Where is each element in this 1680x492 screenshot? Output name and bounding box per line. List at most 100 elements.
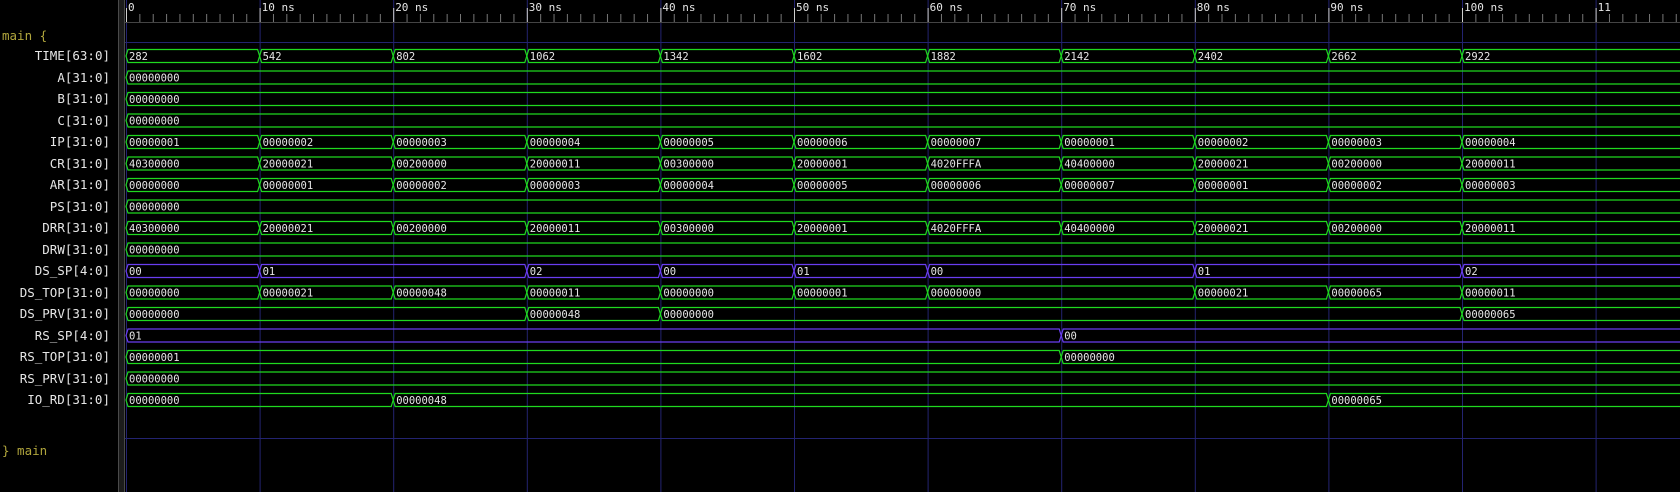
value-label: 20000001 bbox=[797, 159, 848, 171]
value-label: 02 bbox=[1465, 266, 1478, 278]
signal-name[interactable]: DS_SP[4:0] bbox=[35, 264, 110, 278]
signal-trace[interactable]: 00000000 bbox=[125, 70, 1680, 85]
value-label: 282 bbox=[129, 51, 148, 63]
value-segment[interactable] bbox=[659, 263, 795, 279]
signal-name[interactable]: CR[31:0] bbox=[50, 156, 110, 171]
value-label: 00000005 bbox=[797, 180, 848, 192]
waveform-canvas[interactable]: 0 10 ns 20 ns 30 ns 40 ns 50 ns 60 ns 70 ns 80 n… bbox=[125, 0, 1680, 492]
time-tick-label: 0 bbox=[128, 1, 135, 14]
signal-name[interactable]: DS_TOP[31:0] bbox=[20, 285, 110, 300]
signal-trace[interactable]: 00000001 00000000 bbox=[125, 349, 1680, 365]
value-segment[interactable] bbox=[125, 91, 1680, 107]
value-segment[interactable] bbox=[125, 328, 1062, 343]
value-segment[interactable] bbox=[1060, 349, 1680, 365]
value-label: 00000065 bbox=[1465, 309, 1516, 321]
signal-trace[interactable]: 00000001 00000002 00000003 00000004 00000005… bbox=[125, 134, 1680, 150]
signal-trace[interactable]: 40300000 20000021 00200000 20000011 00300000… bbox=[125, 220, 1680, 236]
value-segment[interactable] bbox=[1461, 48, 1680, 64]
value-label: 00000000 bbox=[931, 288, 982, 300]
value-segment[interactable] bbox=[125, 113, 1680, 128]
value-label: 00000000 bbox=[129, 94, 180, 106]
value-segment[interactable] bbox=[125, 349, 1062, 365]
value-label: 00000002 bbox=[263, 137, 314, 149]
value-label: 2402 bbox=[1198, 51, 1223, 63]
value-segment[interactable] bbox=[125, 306, 528, 322]
signal-name[interactable]: A[31:0] bbox=[57, 70, 110, 85]
signal-name[interactable]: C[31:0] bbox=[57, 113, 110, 128]
value-label: 00200000 bbox=[396, 223, 447, 235]
value-label: 00000048 bbox=[396, 288, 447, 300]
value-label: 00000003 bbox=[396, 137, 447, 149]
value-segment[interactable] bbox=[125, 263, 261, 279]
value-segment[interactable] bbox=[526, 263, 662, 279]
value-label: 00000000 bbox=[129, 395, 180, 407]
value-label: 00000002 bbox=[1331, 180, 1382, 192]
value-label: 00200000 bbox=[1331, 159, 1382, 171]
signal-name[interactable]: IO_RD[31:0] bbox=[27, 393, 110, 407]
signal-name[interactable]: RS_PRV[31:0] bbox=[20, 371, 110, 386]
value-segment[interactable] bbox=[125, 371, 1680, 386]
signal-name[interactable]: TIME[63:0] bbox=[35, 49, 110, 63]
time-ruler[interactable]: 0 10 ns 20 ns 30 ns 40 ns 50 ns 60 ns 70 ns 80 n… bbox=[125, 1, 1680, 23]
value-label: 00000065 bbox=[1331, 288, 1382, 300]
signal-trace[interactable]: 00000000 bbox=[125, 113, 1680, 128]
time-tick-label: 100 ns bbox=[1464, 1, 1504, 14]
value-label: 00000048 bbox=[396, 395, 447, 407]
signal-trace[interactable]: 00000000 bbox=[125, 199, 1680, 214]
value-label: 00 bbox=[1064, 331, 1077, 343]
time-tick-label: 40 ns bbox=[662, 1, 695, 14]
value-segment[interactable] bbox=[659, 306, 1463, 322]
signal-name[interactable]: RS_TOP[31:0] bbox=[20, 350, 110, 364]
signal-name[interactable]: DRR[31:0] bbox=[42, 221, 110, 235]
waveform-panel[interactable]: 0 10 ns 20 ns 30 ns 40 ns 50 ns 60 ns 70 ns 80 n… bbox=[125, 0, 1680, 492]
signal-trace[interactable]: 00000000 bbox=[125, 91, 1680, 107]
value-segment[interactable] bbox=[793, 263, 929, 279]
value-segment[interactable] bbox=[1060, 328, 1680, 343]
signal-name[interactable]: RS_SP[4:0] bbox=[35, 328, 110, 343]
value-segment[interactable] bbox=[125, 199, 1680, 214]
group-close-label[interactable]: } main bbox=[2, 444, 47, 458]
pane-splitter[interactable] bbox=[118, 0, 125, 492]
value-label: 01 bbox=[263, 266, 276, 278]
signal-trace[interactable]: 00000000 bbox=[125, 242, 1680, 257]
value-segment[interactable] bbox=[926, 263, 1196, 279]
signal-trace[interactable]: 282 542 802 1062 1342 1602 1882 2142 2402 2662 292… bbox=[125, 48, 1680, 64]
signal-name[interactable]: IP[31:0] bbox=[50, 135, 110, 149]
value-label: 00000000 bbox=[129, 202, 180, 214]
signal-name[interactable]: DRW[31:0] bbox=[42, 242, 110, 257]
signal-name[interactable]: PS[31:0] bbox=[50, 199, 110, 214]
signal-trace[interactable]: 00000000 00000048 00000065 bbox=[125, 392, 1680, 408]
value-label: 00000000 bbox=[663, 288, 714, 300]
signal-name[interactable]: AR[31:0] bbox=[50, 178, 110, 192]
signal-trace[interactable]: 00000000 00000021 00000048 00000011 00000000… bbox=[125, 285, 1680, 300]
value-label: 20000011 bbox=[1465, 159, 1516, 171]
value-segment[interactable] bbox=[125, 242, 1680, 257]
value-label: 00300000 bbox=[663, 159, 714, 171]
time-tick-label: 80 ns bbox=[1197, 1, 1230, 14]
value-label: 00000002 bbox=[1198, 137, 1249, 149]
time-tick-label: 90 ns bbox=[1330, 1, 1363, 14]
signal-trace[interactable]: 00000000 00000001 00000002 00000003 00000004… bbox=[125, 177, 1680, 193]
value-segment[interactable] bbox=[125, 70, 1680, 85]
value-label: 00000007 bbox=[931, 137, 982, 149]
value-label: 00000000 bbox=[129, 73, 180, 85]
value-segment[interactable] bbox=[392, 392, 1330, 408]
signal-trace[interactable]: 40300000 20000021 00200000 20000011 00300000… bbox=[125, 156, 1680, 171]
time-tick-label: 60 ns bbox=[930, 1, 963, 14]
value-label: 20000011 bbox=[530, 159, 581, 171]
value-label: 40400000 bbox=[1064, 223, 1115, 235]
signal-trace[interactable]: 00000000 00000048 00000000 00000065 bbox=[125, 306, 1680, 322]
value-label: 00000048 bbox=[530, 309, 581, 321]
value-label: 1602 bbox=[797, 51, 822, 63]
value-label: 20000011 bbox=[1465, 223, 1516, 235]
value-label: 00000000 bbox=[129, 245, 180, 257]
value-label: 40400000 bbox=[1064, 159, 1115, 171]
value-label: 2142 bbox=[1064, 51, 1089, 63]
signal-trace[interactable]: 01 00 bbox=[125, 328, 1680, 343]
signal-name[interactable]: B[31:0] bbox=[57, 92, 110, 106]
signal-name[interactable]: DS_PRV[31:0] bbox=[20, 307, 110, 321]
value-segment[interactable] bbox=[1461, 263, 1680, 279]
group-open-label[interactable]: main { bbox=[2, 29, 47, 43]
signal-trace[interactable]: 00 01 02 00 01 00 01 02 bbox=[125, 263, 1680, 279]
signal-trace[interactable]: 00000000 bbox=[125, 371, 1680, 386]
